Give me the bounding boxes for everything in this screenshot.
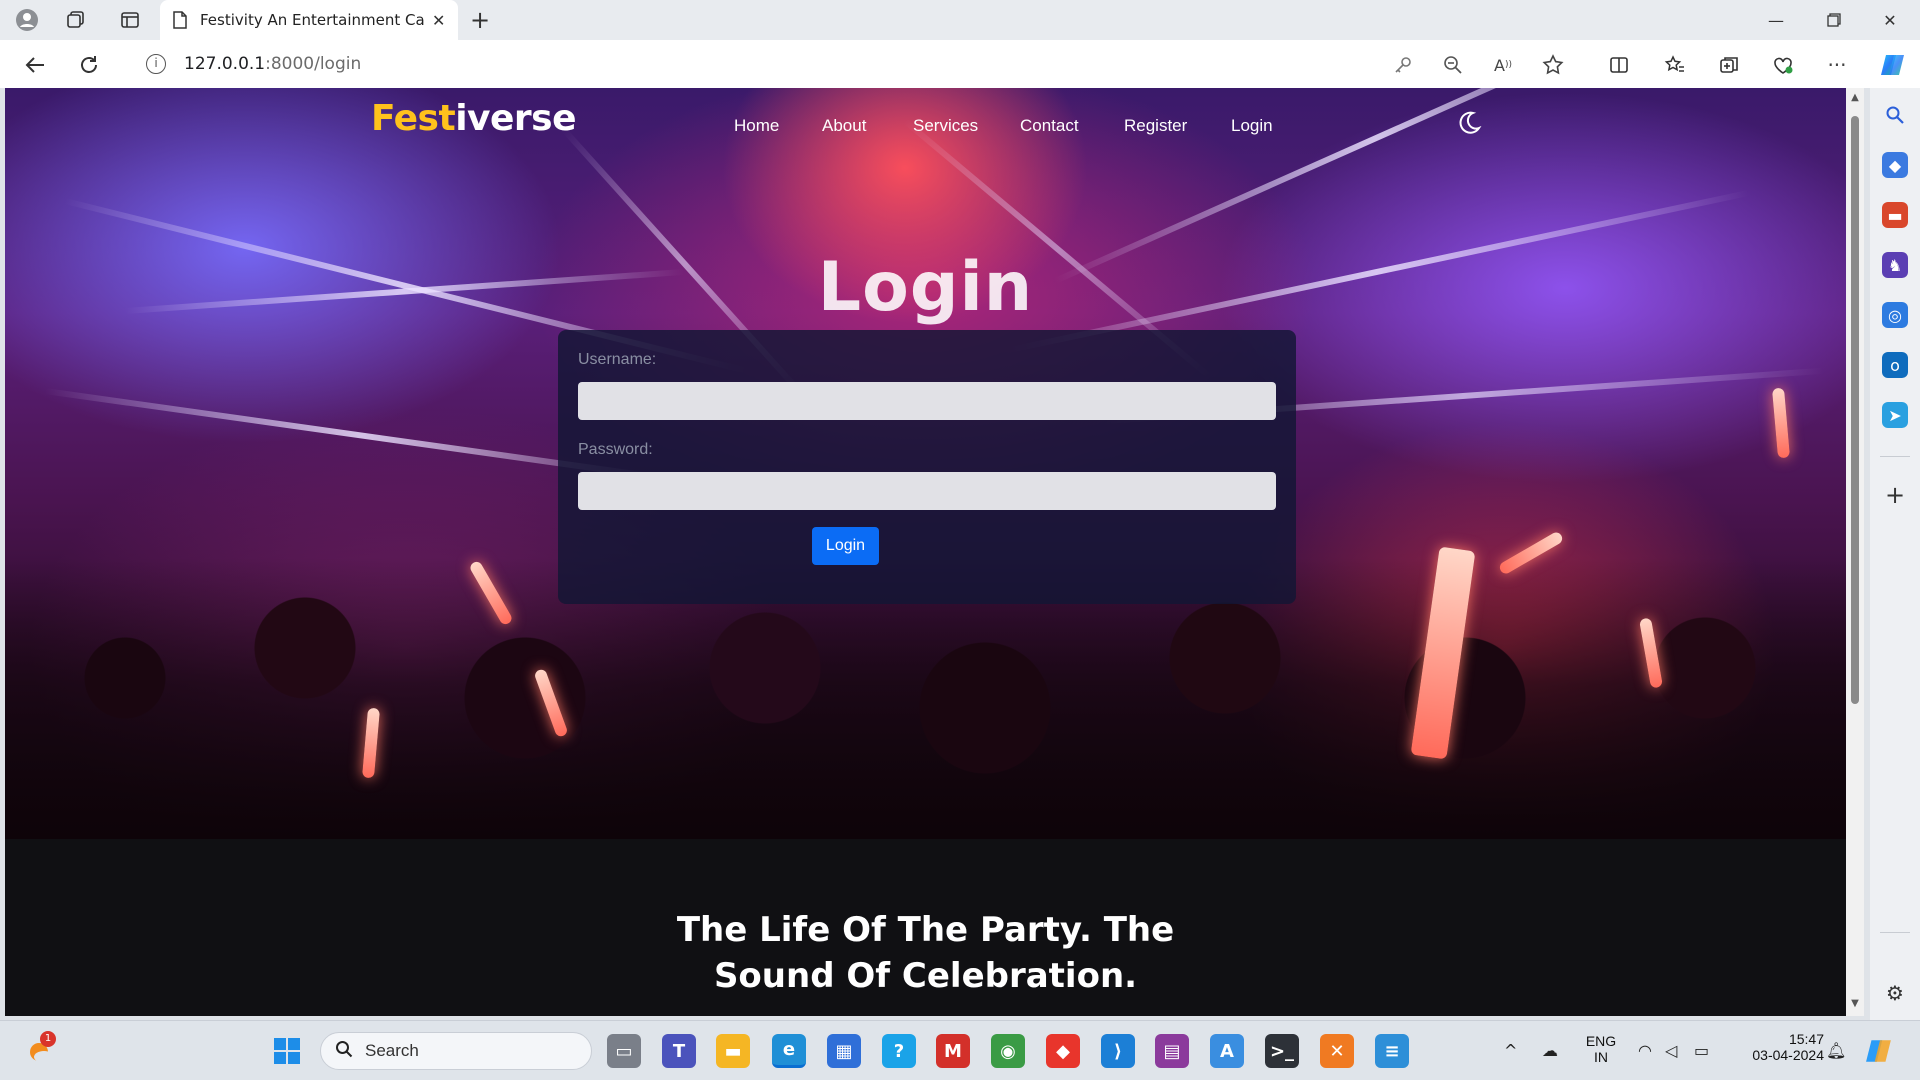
appstore-icon[interactable]: A <box>1210 1034 1244 1068</box>
nav-login[interactable]: Login <box>1231 116 1273 136</box>
workspaces-icon[interactable] <box>63 6 91 34</box>
url-field[interactable]: i 127.0.0.1:8000/login <box>126 45 1584 83</box>
nav-services[interactable]: Services <box>913 116 978 136</box>
terminal-icon[interactable]: >_ <box>1265 1034 1299 1068</box>
task-view-icon[interactable]: ▭ <box>607 1034 641 1068</box>
favorite-star-icon[interactable] <box>1540 52 1566 78</box>
address-bar: i 127.0.0.1:8000/login A)) ··· <box>0 40 1920 88</box>
python-icon[interactable]: ? <box>882 1034 916 1068</box>
notification-badge: 1 <box>40 1031 56 1047</box>
tray-overflow-icon[interactable]: ^ <box>1504 1041 1517 1060</box>
browser-essentials-icon[interactable] <box>1770 52 1796 78</box>
vscode-icon[interactable]: ⟩ <box>1101 1034 1135 1068</box>
login-heading: Login <box>817 248 1034 327</box>
username-label: Username: <box>578 351 657 368</box>
search-icon <box>335 1040 353 1063</box>
page-scrollbar[interactable]: ▲ ▼ <box>1846 88 1864 1016</box>
winrar-icon[interactable]: ▤ <box>1155 1034 1189 1068</box>
url-text: 127.0.0.1:8000/login <box>184 54 362 74</box>
dark-mode-toggle-icon[interactable] <box>1454 108 1484 138</box>
zoom-out-icon[interactable] <box>1440 52 1466 78</box>
battery-icon[interactable]: ▭ <box>1694 1041 1709 1060</box>
nav-register[interactable]: Register <box>1124 116 1187 136</box>
browser-tab-bar: Festivity An Entertainment Categ ✕ + — ✕ <box>0 0 1920 40</box>
tab-close-icon[interactable]: ✕ <box>432 11 445 30</box>
site-navbar: Festiverse Home About Services Contact R… <box>5 88 1846 158</box>
xampp-icon[interactable]: ✕ <box>1320 1034 1354 1068</box>
password-label: Password: <box>578 441 653 458</box>
sidebar-games-icon[interactable]: ♞ <box>1882 252 1908 278</box>
close-window-icon[interactable]: ✕ <box>1870 4 1910 36</box>
sidebar-microsoft365-icon[interactable]: ◎ <box>1882 302 1908 328</box>
notifications-bell-icon[interactable]: 🔔︎ <box>1826 1041 1846 1060</box>
sidebar-search-icon[interactable] <box>1882 102 1908 128</box>
file-explorer-icon[interactable]: ▬ <box>716 1034 750 1068</box>
scroll-down-icon[interactable]: ▼ <box>1849 998 1861 1009</box>
tab-actions-icon[interactable] <box>116 6 144 34</box>
login-form: Username: Password: Login <box>558 330 1296 604</box>
volume-icon[interactable]: ◁ <box>1665 1041 1677 1060</box>
key-icon[interactable] <box>1390 52 1416 78</box>
onedrive-icon[interactable]: ☁ <box>1542 1041 1558 1060</box>
read-aloud-icon[interactable]: A)) <box>1490 52 1516 78</box>
scroll-thumb[interactable] <box>1851 116 1859 704</box>
username-input[interactable] <box>578 382 1276 420</box>
site-logo[interactable]: Festiverse <box>371 98 577 139</box>
wifi-icon[interactable]: ◠ <box>1638 1041 1652 1060</box>
windows-taskbar: 1 Search ▭ T ▬ e ▦ ? M ◉ ◆ ⟩ ▤ A >_ ✕ ≡ … <box>0 1020 1920 1080</box>
page-viewport: Festiverse Home About Services Contact R… <box>5 88 1846 1016</box>
sidebar-add-icon[interactable]: + <box>1882 481 1908 509</box>
refresh-icon[interactable] <box>74 50 104 80</box>
sidebar-settings-icon[interactable]: ⚙ <box>1882 980 1908 1006</box>
start-icon[interactable] <box>270 1034 304 1068</box>
mcafee-icon[interactable]: M <box>936 1034 970 1068</box>
nav-home[interactable]: Home <box>734 116 779 136</box>
more-options-icon[interactable]: ··· <box>1824 52 1850 78</box>
page-icon <box>173 11 187 29</box>
chrome-icon[interactable]: ◉ <box>991 1034 1025 1068</box>
tab-title: Festivity An Entertainment Categ <box>200 11 424 29</box>
split-screen-icon[interactable] <box>1606 52 1632 78</box>
hero-background: Festiverse Home About Services Contact R… <box>5 88 1846 839</box>
notepad-icon[interactable]: ≡ <box>1375 1034 1409 1068</box>
search-label: Search <box>365 1041 419 1060</box>
new-tab-icon[interactable]: + <box>466 6 494 34</box>
collections-icon[interactable] <box>1716 52 1742 78</box>
copilot-taskbar-icon[interactable] <box>1862 1034 1896 1068</box>
nav-contact[interactable]: Contact <box>1020 116 1079 136</box>
sidebar-shopping-icon[interactable]: ◆ <box>1882 152 1908 178</box>
store-icon[interactable]: ▦ <box>827 1034 861 1068</box>
active-tab[interactable]: Festivity An Entertainment Categ ✕ <box>160 0 458 40</box>
copilot-icon[interactable] <box>1880 52 1906 78</box>
restore-icon[interactable] <box>1814 4 1854 36</box>
sidebar-tools-icon[interactable]: ▬ <box>1882 202 1908 228</box>
back-icon[interactable] <box>20 50 50 80</box>
sidebar-outlook-icon[interactable]: o <box>1882 352 1908 378</box>
edge-sidebar: ◆ ▬ ♞ ◎ o ➤ + ⚙ <box>1870 88 1920 1020</box>
nav-about[interactable]: About <box>822 116 866 136</box>
language-indicator[interactable]: ENG IN <box>1584 1033 1618 1065</box>
minimize-icon[interactable]: — <box>1756 4 1796 36</box>
password-input[interactable] <box>578 472 1276 510</box>
site-info-icon[interactable]: i <box>146 54 166 74</box>
profile-icon[interactable] <box>13 6 41 34</box>
tagline-section: The Life Of The Party. The Sound Of Cele… <box>5 839 1846 1016</box>
login-button[interactable]: Login <box>812 527 879 565</box>
teams-icon[interactable]: T <box>662 1034 696 1068</box>
sidebar-drop-icon[interactable]: ➤ <box>1882 402 1908 428</box>
tagline: The Life Of The Party. The Sound Of Cele… <box>676 910 1175 996</box>
edge-icon[interactable]: e <box>772 1034 806 1068</box>
git-icon[interactable]: ◆ <box>1046 1034 1080 1068</box>
scroll-up-icon[interactable]: ▲ <box>1849 92 1861 103</box>
clock[interactable]: 15:47 03-04-2024 <box>1728 1031 1824 1063</box>
taskbar-search[interactable]: Search <box>320 1032 592 1070</box>
favorites-icon[interactable] <box>1662 52 1688 78</box>
